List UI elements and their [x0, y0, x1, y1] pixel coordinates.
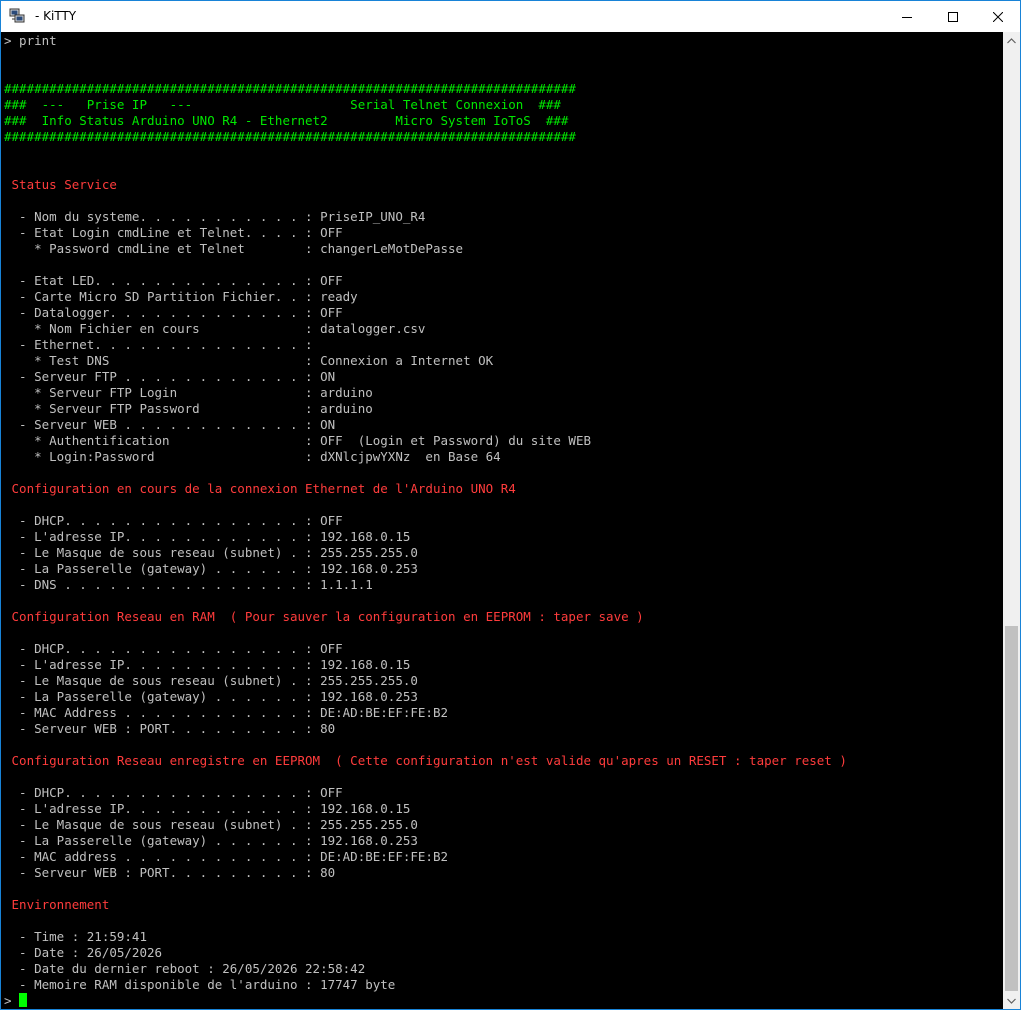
close-icon — [993, 11, 1003, 22]
maximize-icon — [948, 11, 958, 22]
terminal-line: - DHCP. . . . . . . . . . . . . . . . : … — [4, 641, 343, 656]
terminal-line: - L'adresse IP. . . . . . . . . . . . : … — [4, 801, 411, 816]
terminal-line: ### Info Status Arduino UNO R4 - Etherne… — [4, 113, 569, 128]
terminal-line: > — [4, 993, 20, 1008]
terminal-line: ########################################… — [4, 81, 576, 96]
terminal-line: * Serveur FTP Login : arduino — [4, 385, 373, 400]
terminal-line: - Etat LED. . . . . . . . . . . . . . : … — [4, 273, 343, 288]
terminal-line: - L'adresse IP. . . . . . . . . . . . : … — [4, 529, 411, 544]
terminal-output[interactable]: > print #################################… — [1, 32, 1003, 1009]
terminal-line: - Le Masque de sous reseau (subnet) . : … — [4, 545, 418, 560]
terminal-line: - Le Masque de sous reseau (subnet) . : … — [4, 817, 418, 832]
terminal-line: - Serveur WEB . . . . . . . . . . . . : … — [4, 417, 336, 432]
terminal-line: Configuration Reseau en RAM ( Pour sauve… — [4, 609, 644, 624]
terminal-line: - Le Masque de sous reseau (subnet) . : … — [4, 673, 418, 688]
putty-computers-icon[interactable] — [9, 8, 25, 24]
vertical-scrollbar[interactable] — [1003, 32, 1020, 1009]
terminal-line: - L'adresse IP. . . . . . . . . . . . : … — [4, 657, 411, 672]
close-button[interactable] — [975, 1, 1020, 32]
terminal-line: - DHCP. . . . . . . . . . . . . . . . : … — [4, 785, 343, 800]
minimize-button[interactable] — [884, 1, 930, 32]
terminal-line: Configuration Reseau enregistre en EEPRO… — [4, 753, 847, 768]
terminal-line: * Test DNS : Connexion a Internet OK — [4, 353, 494, 368]
terminal-cursor — [19, 993, 27, 1007]
terminal-line: - MAC address . . . . . . . . . . . . : … — [4, 849, 449, 864]
terminal-line: Environnement — [4, 897, 110, 912]
terminal-line: - Time : 21:59:41 — [4, 929, 147, 944]
scrollbar-thumb[interactable] — [1005, 626, 1018, 991]
terminal-line: Configuration en cours de la connexion E… — [4, 481, 516, 496]
terminal-line: - Ethernet. . . . . . . . . . . . . . : — [4, 337, 313, 352]
terminal-line: ### --- Prise IP --- Serial Telnet Conne… — [4, 97, 561, 112]
terminal-line: - Date du dernier reboot : 26/05/2026 22… — [4, 961, 366, 976]
title-bar[interactable]: - KiTTY — [1, 1, 1020, 32]
terminal-line: - DHCP. . . . . . . . . . . . . . . . : … — [4, 513, 343, 528]
terminal-line: * Login:Password : dXNlcjpwYXNz en Base … — [4, 449, 501, 464]
terminal-line: - Carte Micro SD Partition Fichier. . : … — [4, 289, 358, 304]
scroll-up-button[interactable] — [1003, 32, 1020, 49]
terminal-line: Status Service — [4, 177, 117, 192]
terminal-line: - DNS . . . . . . . . . . . . . . . . : … — [4, 577, 373, 592]
terminal-line: - Nom du systeme. . . . . . . . . . . : … — [4, 209, 426, 224]
terminal-line: - Serveur FTP . . . . . . . . . . . . : … — [4, 369, 336, 384]
terminal-line: - MAC Address . . . . . . . . . . . . : … — [4, 705, 449, 720]
terminal-line: > print — [4, 33, 57, 48]
terminal-line: - Datalogger. . . . . . . . . . . . . : … — [4, 305, 343, 320]
terminal-line: - La Passerelle (gateway) . . . . . . : … — [4, 561, 418, 576]
terminal-line: - Serveur WEB : PORT. . . . . . . . . : … — [4, 865, 336, 880]
maximize-button[interactable] — [930, 1, 976, 32]
terminal-line: * Serveur FTP Password : arduino — [4, 401, 373, 416]
terminal-line: * Authentification : OFF (Login et Passw… — [4, 433, 591, 448]
minimize-icon — [902, 16, 912, 18]
terminal-line: * Nom Fichier en cours : datalogger.csv — [4, 321, 426, 336]
scroll-down-button[interactable] — [1003, 992, 1020, 1009]
terminal-line: - Serveur WEB : PORT. . . . . . . . . : … — [4, 721, 336, 736]
chevron-down-icon — [1007, 998, 1016, 1004]
chevron-up-icon — [1007, 37, 1016, 43]
terminal-line: * Password cmdLine et Telnet : changerLe… — [4, 241, 464, 256]
kitty-window: - KiTTY > print #########################… — [0, 0, 1021, 1010]
terminal-line: - Date : 26/05/2026 — [4, 945, 163, 960]
terminal-line: - Memoire RAM disponible de l'arduino : … — [4, 977, 396, 992]
terminal-line: ########################################… — [4, 129, 576, 144]
window-title: - KiTTY — [35, 9, 77, 23]
terminal-line: - La Passerelle (gateway) . . . . . . : … — [4, 689, 418, 704]
terminal-line: - Etat Login cmdLine et Telnet. . . . : … — [4, 225, 343, 240]
terminal-line: - La Passerelle (gateway) . . . . . . : … — [4, 833, 418, 848]
